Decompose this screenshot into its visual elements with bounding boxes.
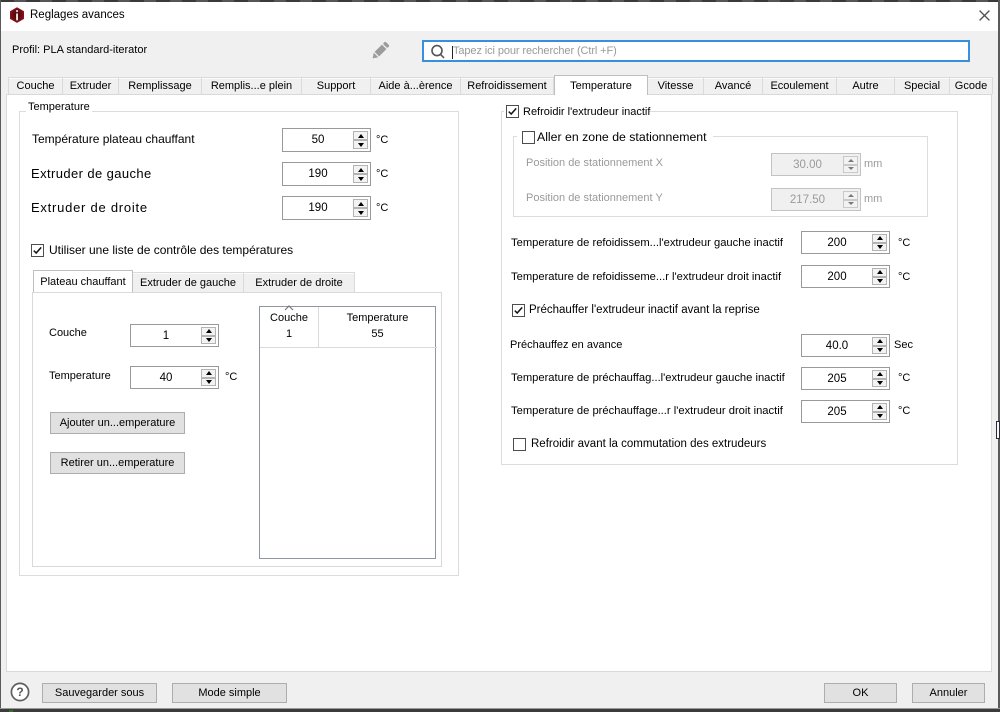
- svg-text:?: ?: [16, 685, 23, 699]
